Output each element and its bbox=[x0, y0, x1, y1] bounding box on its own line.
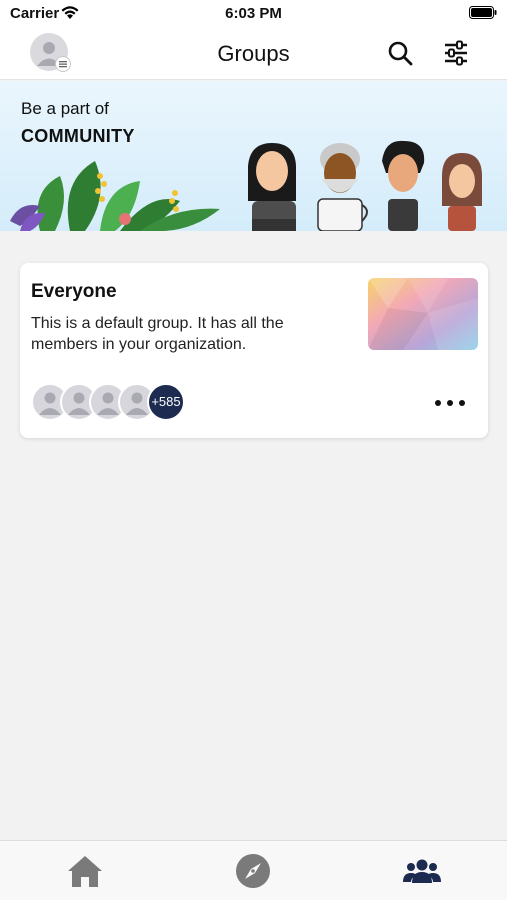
tab-groups[interactable] bbox=[402, 851, 442, 891]
person-girl-illustration bbox=[442, 153, 482, 231]
person-elder-illustration bbox=[317, 143, 368, 231]
tab-bar bbox=[0, 840, 507, 900]
nav-bar: Groups bbox=[0, 28, 507, 80]
group-name: Everyone bbox=[31, 281, 117, 302]
banner-subtitle: Be a part of bbox=[21, 99, 109, 118]
community-banner: Be a part of COMMUNITY bbox=[0, 81, 507, 231]
status-bar: Carrier 6:03 PM bbox=[0, 0, 507, 28]
tab-home[interactable] bbox=[65, 851, 105, 891]
status-time: 6:03 PM bbox=[225, 5, 282, 22]
group-cover-image bbox=[368, 278, 478, 350]
filter-sliders-icon[interactable] bbox=[442, 39, 470, 67]
group-card-everyone[interactable]: Everyone This is a default group. It has… bbox=[20, 263, 488, 438]
more-options-button[interactable] bbox=[428, 391, 472, 415]
member-avatars[interactable]: +585 bbox=[31, 383, 231, 423]
tab-explore[interactable] bbox=[233, 851, 273, 891]
banner-title: COMMUNITY bbox=[21, 126, 135, 146]
compass-icon bbox=[236, 854, 270, 888]
search-icon[interactable] bbox=[386, 39, 414, 67]
person-man-illustration bbox=[382, 140, 425, 231]
member-count-badge: +585 bbox=[147, 383, 185, 421]
more-horizontal-icon bbox=[435, 400, 465, 406]
group-description: This is a default group. It has all the … bbox=[31, 315, 284, 353]
person-woman-illustration bbox=[248, 143, 296, 231]
groups-icon bbox=[403, 859, 441, 883]
plants-illustration bbox=[10, 161, 220, 231]
home-icon bbox=[68, 856, 102, 887]
page-title: Groups bbox=[217, 41, 290, 66]
battery-icon bbox=[469, 6, 497, 19]
